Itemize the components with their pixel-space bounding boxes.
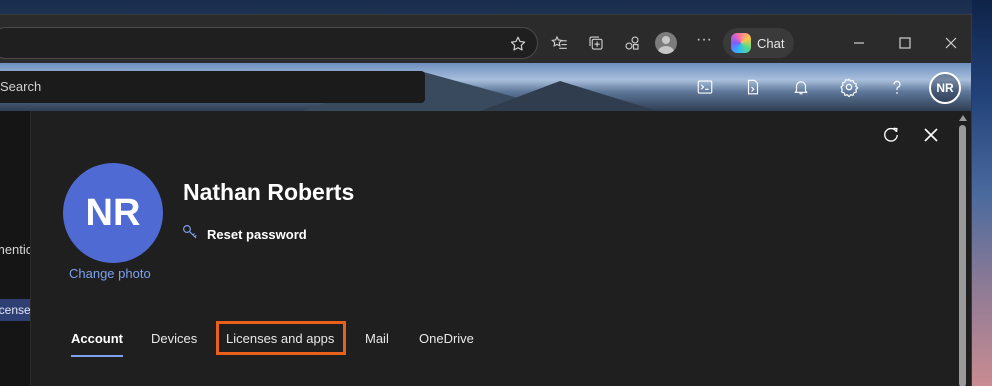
collections-icon[interactable] bbox=[584, 31, 608, 55]
tab-account[interactable]: Account bbox=[71, 325, 123, 359]
copilot-chat-button[interactable]: Chat bbox=[723, 28, 794, 58]
left-nav-item[interactable]: mentic bbox=[0, 242, 30, 257]
highlight-annotation bbox=[216, 321, 346, 355]
user-name: Nathan Roberts bbox=[183, 179, 355, 205]
terminal-icon[interactable] bbox=[690, 72, 720, 102]
help-icon[interactable] bbox=[882, 72, 912, 102]
profile-icon[interactable] bbox=[655, 32, 677, 54]
maximize-icon[interactable] bbox=[893, 31, 917, 55]
admin-header: Search NR bbox=[0, 63, 971, 111]
tab-mail[interactable]: Mail bbox=[365, 325, 389, 359]
tab-onedrive[interactable]: OneDrive bbox=[419, 325, 474, 359]
left-nav-selected-item[interactable]: icense bbox=[0, 299, 30, 321]
favorites-icon[interactable] bbox=[548, 31, 572, 55]
account-avatar[interactable]: NR bbox=[929, 72, 961, 104]
gear-icon[interactable] bbox=[834, 72, 864, 102]
favorite-star-icon[interactable] bbox=[507, 33, 529, 55]
more-icon[interactable]: ··· bbox=[693, 31, 715, 53]
search-input[interactable]: Search bbox=[0, 71, 425, 103]
minimize-icon[interactable] bbox=[847, 31, 871, 55]
browser-toolbar: ··· Chat bbox=[0, 15, 971, 63]
scroll-thumb[interactable] bbox=[959, 125, 966, 386]
address-bar[interactable] bbox=[0, 27, 538, 59]
left-nav: mentic icense bbox=[0, 111, 30, 386]
close-panel-icon[interactable] bbox=[919, 123, 943, 147]
document-icon[interactable] bbox=[738, 72, 768, 102]
refresh-icon[interactable] bbox=[879, 123, 903, 147]
bell-icon[interactable] bbox=[786, 72, 816, 102]
user-details-panel: NR Change photo Nathan Roberts Reset pas… bbox=[30, 111, 958, 386]
reset-password-label: Reset password bbox=[207, 226, 307, 242]
left-nav-selected-label: icense bbox=[0, 303, 30, 317]
chat-label: Chat bbox=[757, 35, 785, 51]
copilot-icon bbox=[731, 33, 751, 53]
close-icon[interactable] bbox=[939, 31, 963, 55]
scroll-up-arrow-icon[interactable] bbox=[959, 115, 967, 121]
key-icon bbox=[181, 223, 199, 246]
extensions-icon[interactable] bbox=[620, 31, 644, 55]
tab-devices[interactable]: Devices bbox=[151, 325, 197, 359]
browser-window: ··· Chat Search NR enti ense NR Change p… bbox=[0, 14, 972, 386]
desktop-background bbox=[972, 0, 992, 386]
panel-scrollbar[interactable] bbox=[955, 111, 971, 386]
change-photo-link[interactable]: Change photo bbox=[69, 266, 151, 281]
user-avatar: NR bbox=[63, 163, 163, 263]
reset-password-button[interactable]: Reset password bbox=[181, 224, 307, 244]
header-mountain bbox=[470, 81, 670, 111]
